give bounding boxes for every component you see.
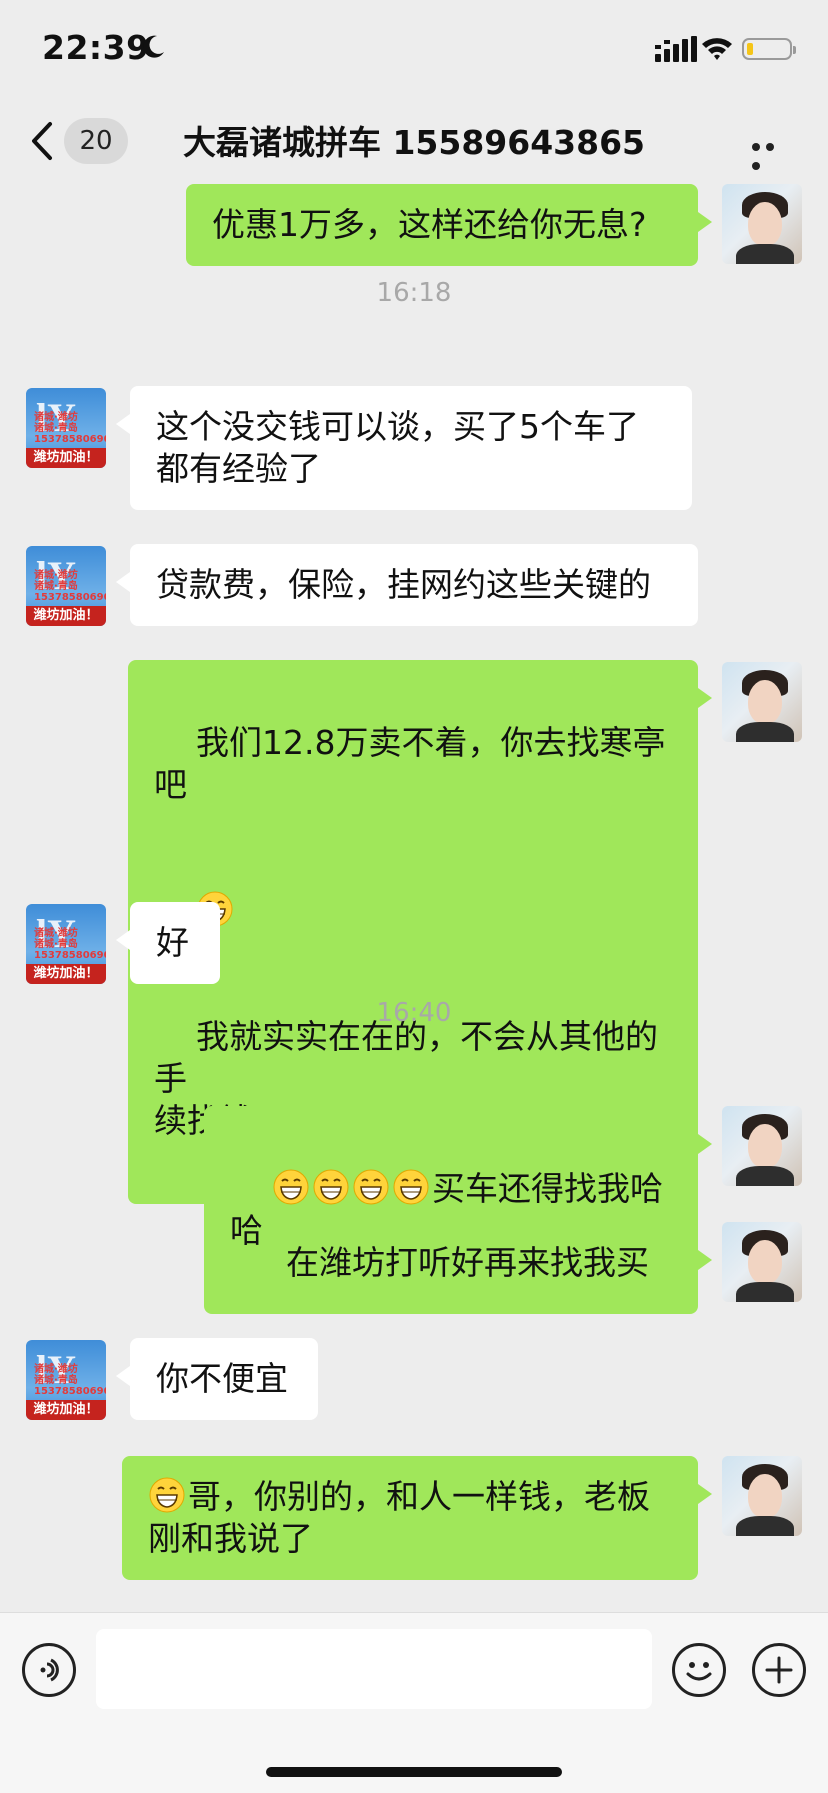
timestamp: 16:40 xyxy=(376,998,452,1028)
grinning-face-icon xyxy=(393,1169,429,1205)
grinning-face-icon xyxy=(313,1169,349,1205)
back-chevron-icon[interactable] xyxy=(26,120,56,162)
moon-icon xyxy=(143,35,164,58)
message-input[interactable] xyxy=(96,1629,652,1709)
message-bubble-received[interactable]: 贷款费，保险，挂网约这些关键的 xyxy=(116,544,698,626)
signal-icon xyxy=(655,36,697,62)
grinning-face-icon xyxy=(149,1477,185,1513)
chat-header: 20 大磊诸城拼车 15589643865 xyxy=(0,100,828,180)
message-bubble-received[interactable]: 好 xyxy=(116,902,220,984)
status-time: 22:39 xyxy=(42,28,150,67)
my-avatar[interactable] xyxy=(722,184,802,264)
message-bubble-sent[interactable]: 在潍坊打听好再来找我买 xyxy=(260,1222,712,1304)
contact-avatar[interactable]: lY 诸城·潍坊 诸城·青岛 15378580690 潍坊加油！ xyxy=(26,388,106,468)
my-avatar[interactable] xyxy=(722,1456,802,1536)
grinning-face-icon xyxy=(353,1169,389,1205)
home-indicator xyxy=(266,1767,562,1777)
chat-title: 大磊诸城拼车 15589643865 xyxy=(182,123,646,162)
message-bubble-received[interactable]: 你不便宜 xyxy=(116,1338,318,1420)
smile-icon[interactable] xyxy=(672,1643,726,1697)
timestamp: 16:18 xyxy=(376,278,452,308)
message-text: 哥，你别的，和人一样钱，老板 刚和我说了 xyxy=(148,1477,650,1558)
grinning-face-icon xyxy=(273,1169,309,1205)
my-avatar[interactable] xyxy=(722,1222,802,1302)
wifi-icon xyxy=(702,38,732,60)
voice-icon[interactable] xyxy=(22,1643,76,1697)
message-list[interactable]: 优惠1万多，这样还给你无息? 16:18 lY 诸城·潍坊 诸城·青岛 1537… xyxy=(0,180,828,1612)
battery-icon xyxy=(742,38,796,60)
plus-icon[interactable] xyxy=(752,1643,806,1697)
message-bubble-sent[interactable]: 优惠1万多，这样还给你无息? xyxy=(186,184,712,266)
message-bubble-received[interactable]: 这个没交钱可以谈，买了5个车了 都有经验了 xyxy=(116,386,692,510)
contact-avatar[interactable]: lY 诸城·潍坊 诸城·青岛 15378580690 潍坊加油！ xyxy=(26,546,106,626)
message-bubble-sent[interactable]: 哥，你别的，和人一样钱，老板 刚和我说了 xyxy=(122,1456,712,1580)
my-avatar[interactable] xyxy=(722,1106,802,1186)
my-avatar[interactable] xyxy=(722,662,802,742)
contact-avatar[interactable]: lY 诸城·潍坊 诸城·青岛 15378580690 潍坊加油！ xyxy=(26,1340,106,1420)
contact-avatar[interactable]: lY 诸城·潍坊 诸城·青岛 15378580690 潍坊加油！ xyxy=(26,904,106,984)
input-bar xyxy=(0,1612,828,1793)
message-text: 我们12.8万卖不着，你去找寒亭吧 xyxy=(154,723,666,804)
more-options-icon[interactable] xyxy=(752,136,792,170)
unread-count-badge[interactable]: 20 xyxy=(64,118,128,164)
status-bar: 22:39 xyxy=(0,0,828,100)
